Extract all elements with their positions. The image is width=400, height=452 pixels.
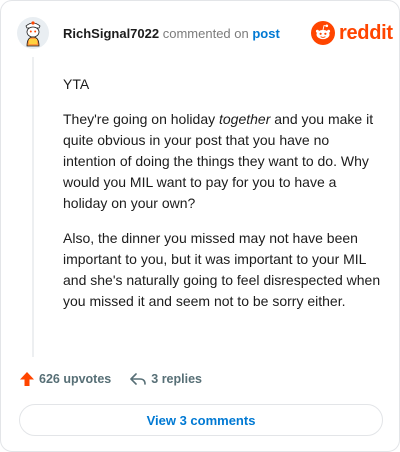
comment-header: RichSignal7022 commented on post — [63, 26, 280, 42]
commented-on-label: commented on — [162, 26, 249, 41]
upvote-count: 626 upvotes — [39, 372, 112, 386]
emphasis-text: together — [219, 111, 271, 127]
reply-arrow-icon — [130, 373, 147, 385]
reddit-wordmark: reddit — [339, 22, 393, 44]
thread-line[interactable] — [32, 57, 34, 357]
action-bar: 626 upvotes 3 replies — [19, 371, 202, 387]
post-link[interactable]: post — [252, 26, 279, 41]
replies-button[interactable]: 3 replies — [129, 371, 202, 387]
replies-count: 3 replies — [151, 372, 202, 386]
comment-body: YTA They're going on holiday together an… — [63, 74, 383, 326]
reddit-logo-icon — [311, 21, 335, 45]
avatar[interactable] — [17, 17, 49, 49]
view-comments-button[interactable]: View 3 comments — [19, 404, 383, 436]
comment-paragraph: YTA — [63, 76, 90, 92]
reddit-logo[interactable]: reddit — [311, 21, 393, 45]
upvote-arrow-icon — [20, 372, 34, 386]
comment-paragraph: Also, the dinner you missed may not have… — [63, 230, 381, 309]
comment-paragraph: They're going on holiday together and yo… — [63, 111, 374, 211]
username[interactable]: RichSignal7022 — [63, 26, 159, 41]
upvote-button[interactable]: 626 upvotes — [19, 371, 111, 387]
comment-card: RichSignal7022 commented on post reddit … — [0, 0, 400, 452]
